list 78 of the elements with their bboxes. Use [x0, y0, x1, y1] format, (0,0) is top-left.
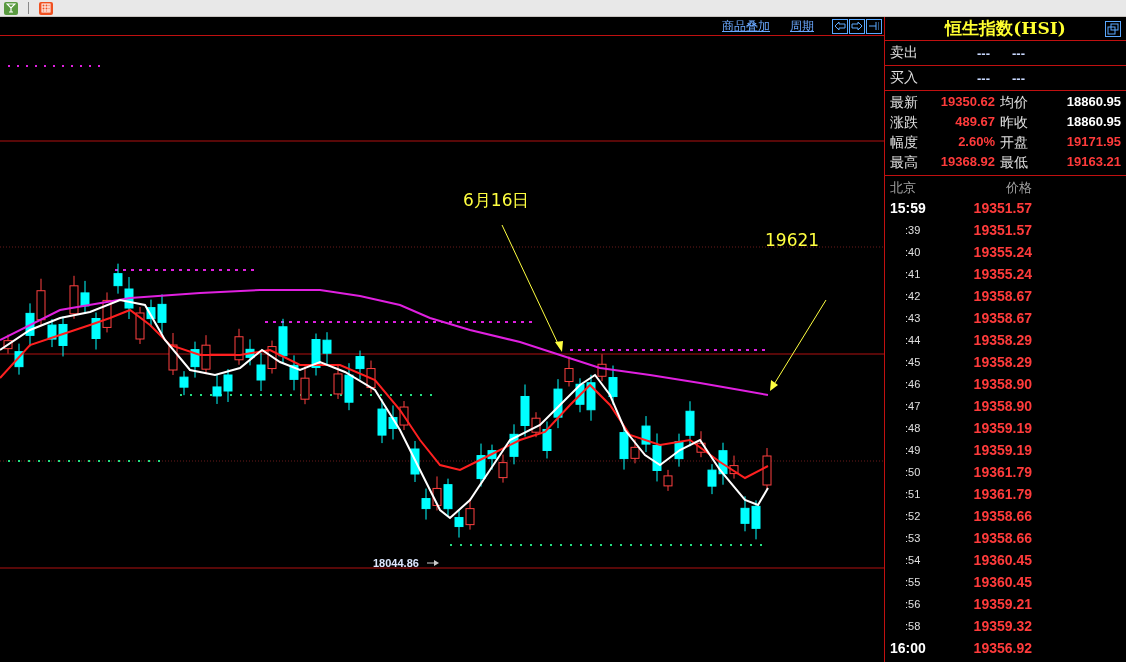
- tick-price: 19356.92: [972, 640, 1032, 656]
- tick-price: 19351.57: [972, 200, 1032, 216]
- tick-price: 19358.29: [972, 354, 1032, 370]
- tick-time: :51: [904, 488, 922, 500]
- tick-time: :46: [904, 378, 922, 390]
- low-price-arrow: [426, 560, 439, 566]
- tick-price: 19360.45: [972, 574, 1032, 590]
- order-label: 卖出: [890, 44, 919, 62]
- tick-time: :53: [904, 532, 922, 544]
- stat-value: 19163.21: [1065, 154, 1121, 171]
- tick-price: 19358.67: [972, 310, 1032, 326]
- tick-time: :48: [904, 422, 922, 434]
- tick-price: 19361.79: [972, 486, 1032, 502]
- tick-time: 16:00: [890, 640, 927, 656]
- stat-value: 19350.62: [939, 94, 995, 111]
- tick-price: 19355.24: [972, 266, 1032, 282]
- tick-time: :56: [904, 598, 922, 610]
- tick-time: :44: [904, 334, 922, 346]
- tick-price: 19359.32: [972, 618, 1032, 634]
- tick-price: 19358.66: [972, 508, 1032, 524]
- grid-icon[interactable]: [39, 1, 53, 15]
- order-value: ---: [977, 70, 991, 86]
- tick-time: :40: [904, 246, 922, 258]
- tick-time: :43: [904, 312, 922, 324]
- stat-value: 18860.95: [1065, 94, 1121, 111]
- tick-price: 19359.21: [972, 596, 1032, 612]
- tick-time: :47: [904, 400, 922, 412]
- tick-price: 19355.24: [972, 244, 1032, 260]
- tick-price: 19358.29: [972, 332, 1032, 348]
- tick-time: :54: [904, 554, 922, 566]
- right-arrow-icon[interactable]: [849, 18, 865, 34]
- order-value: ---: [977, 45, 991, 61]
- stat-value: 489.67: [954, 114, 995, 131]
- order-value: ---: [1012, 45, 1026, 61]
- stat-label: 幅度: [890, 134, 919, 152]
- tick-price: 19359.19: [972, 442, 1032, 458]
- column-header: 价格: [1005, 179, 1032, 197]
- tick-price: 19358.67: [972, 288, 1032, 304]
- tick-time: :55: [904, 576, 922, 588]
- stat-value: 19171.95: [1065, 134, 1121, 151]
- tick-price: 19359.19: [972, 420, 1032, 436]
- chart-link[interactable]: 商品叠加: [722, 17, 770, 35]
- chart-link[interactable]: 周期: [790, 17, 814, 35]
- stat-label: 昨收: [1000, 114, 1029, 132]
- tick-time: :50: [904, 466, 922, 478]
- tick-time: :52: [904, 510, 922, 522]
- column-header: 北京: [890, 179, 917, 197]
- tick-price: 19351.57: [972, 222, 1032, 238]
- stat-label: 最新: [890, 94, 919, 112]
- restore-icon[interactable]: [1105, 21, 1121, 37]
- stat-label: 开盘: [1000, 134, 1029, 152]
- stat-value: 19368.92: [939, 154, 995, 171]
- order-label: 买入: [890, 69, 919, 87]
- tick-price: 19360.45: [972, 552, 1032, 568]
- stat-value: 18860.95: [1065, 114, 1121, 131]
- stat-label: 最高: [890, 154, 919, 172]
- tick-price: 19358.90: [972, 376, 1032, 392]
- tick-price: 19358.66: [972, 530, 1032, 546]
- tick-time: :45: [904, 356, 922, 368]
- tick-time: 15:59: [890, 200, 927, 216]
- tick-time: :58: [904, 620, 922, 632]
- panel-toggle-icon[interactable]: [866, 18, 882, 34]
- tick-price: 19361.79: [972, 464, 1032, 480]
- tick-time: :39: [904, 224, 922, 236]
- price-annotation: 19621: [765, 230, 820, 250]
- tick-time: :49: [904, 444, 922, 456]
- stat-label: 均价: [1000, 94, 1029, 112]
- stat-value: 2.60%: [957, 134, 995, 151]
- index-title: 恒生指数(HSI): [945, 17, 1066, 40]
- stat-label: 涨跌: [890, 114, 919, 132]
- stat-label: 最低: [1000, 154, 1029, 172]
- order-value: ---: [1012, 70, 1026, 86]
- left-arrow-icon[interactable]: [832, 18, 848, 34]
- tick-price: 19358.90: [972, 398, 1032, 414]
- low-price-label: 18044.86: [373, 557, 419, 569]
- tick-time: :42: [904, 290, 922, 302]
- tick-time: :41: [904, 268, 922, 280]
- date-annotation: 6月16日: [463, 190, 530, 210]
